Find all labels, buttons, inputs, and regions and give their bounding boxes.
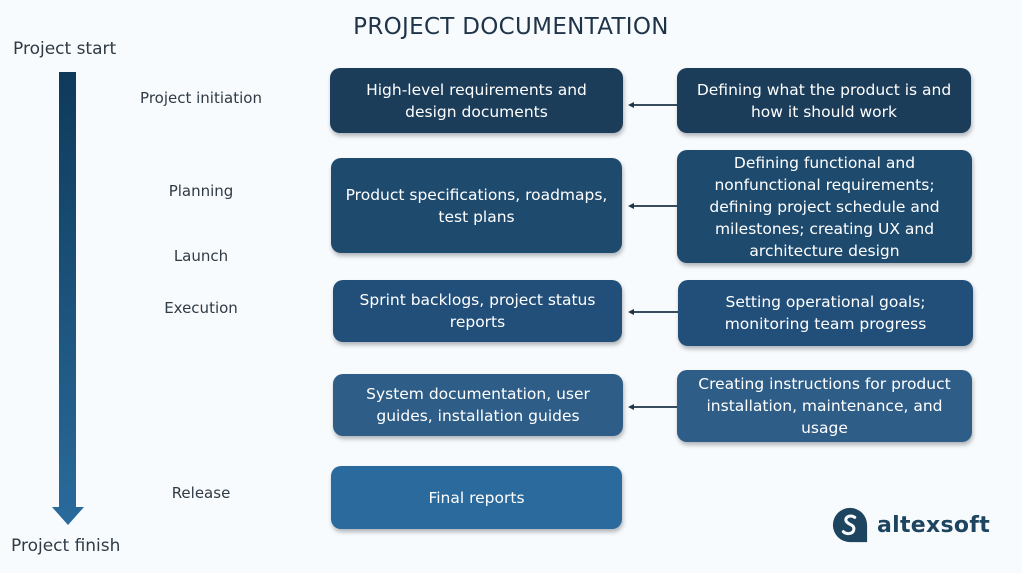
altexsoft-logo: altexsoft xyxy=(831,506,990,544)
diagram-title: PROJECT DOCUMENTATION xyxy=(353,14,669,40)
altexsoft-logo-icon xyxy=(832,507,868,543)
activity-box-operational-goals: Setting operational goals; monitoring te… xyxy=(678,280,973,346)
timeline-arrow-shape xyxy=(52,72,84,525)
document-box-specifications: Product specifications, roadmaps, test p… xyxy=(331,158,622,253)
phase-execution: Execution xyxy=(164,299,238,317)
timeline-arrow xyxy=(51,72,85,527)
phase-release: Release xyxy=(171,484,231,502)
phase-planning: Planning xyxy=(168,182,234,200)
arrow-left-icon xyxy=(628,308,678,316)
activity-box-defining-product: Defining what the product is and how it … xyxy=(677,68,971,133)
document-box-requirements: High-level requirements and design docum… xyxy=(330,68,623,133)
phase-project-initiation: Project initiation xyxy=(140,89,262,107)
document-box-final-reports: Final reports xyxy=(331,466,622,529)
project-start-label: Project start xyxy=(13,39,117,59)
activity-box-defining-requirements: Defining functional and nonfunctional re… xyxy=(677,150,972,263)
activity-box-creating-instructions: Creating instructions for product instal… xyxy=(677,370,972,442)
document-box-system-documentation: System documentation, user guides, insta… xyxy=(333,374,623,436)
arrow-left-icon xyxy=(628,403,678,411)
project-finish-label: Project finish xyxy=(11,536,121,556)
arrow-left-icon xyxy=(628,202,678,210)
document-box-sprint-backlogs: Sprint backlogs, project status reports xyxy=(333,280,622,342)
phase-launch: Launch xyxy=(173,247,229,265)
arrow-left-icon xyxy=(628,101,678,109)
altexsoft-logo-text: altexsoft xyxy=(877,512,991,538)
